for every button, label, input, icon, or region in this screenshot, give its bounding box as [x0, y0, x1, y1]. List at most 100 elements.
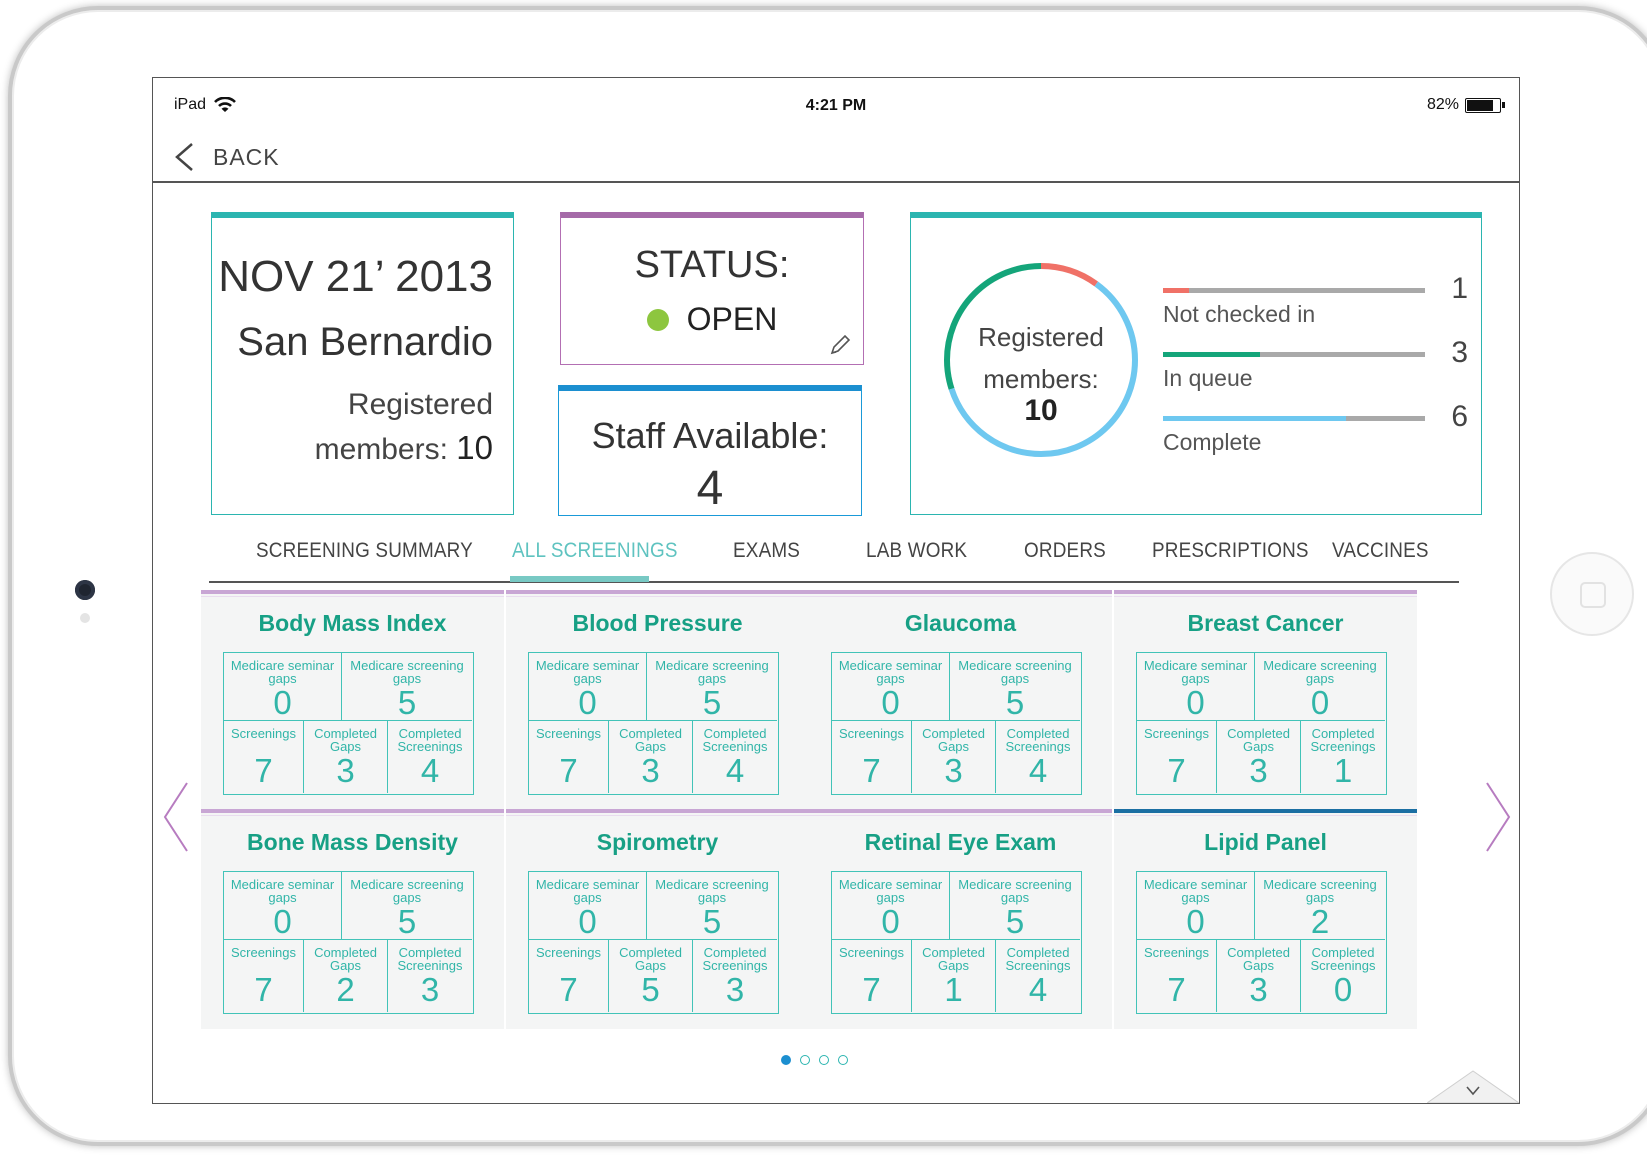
tab-screening-summary[interactable]: SCREENING SUMMARY — [256, 539, 473, 563]
screening-title: Spirometry — [596, 829, 719, 855]
screening-title: Retinal Eye Exam — [864, 829, 1057, 855]
stat-value: 5 — [1005, 684, 1025, 721]
stat-seminar-gaps: Medicare seminar gaps 0 — [1137, 653, 1255, 721]
stat-seminar-gaps: Medicare seminar gaps 0 — [1137, 872, 1255, 940]
stat-label: Medicare screening gaps — [958, 658, 1072, 686]
stat-label: Medicare screening gaps — [1263, 658, 1377, 686]
screening-card[interactable]: Blood Pressure Medicare seminar gaps 0 M… — [506, 590, 809, 810]
prev-page-arrow[interactable] — [161, 781, 191, 853]
battery-group: 82% — [1427, 96, 1505, 114]
screening-card[interactable]: Body Mass Index Medicare seminar gaps 0 … — [201, 590, 504, 810]
stat-completed-gaps: Completed Gaps 3 — [609, 721, 693, 793]
tab-lab-work[interactable]: LAB WORK — [866, 539, 967, 563]
stat-label: Medicare screening gaps — [958, 877, 1072, 905]
progress-bar — [1163, 352, 1425, 357]
stat-screening-gaps: Medicare screening gaps 5 — [950, 653, 1080, 721]
stat-value: 2 — [336, 971, 355, 1008]
progress-value: 1 — [1451, 272, 1468, 305]
stat-value: 5 — [641, 971, 660, 1008]
stat-screenings: Screenings 7 — [529, 940, 609, 1012]
stat-label: Medicare seminar gaps — [1143, 877, 1248, 905]
stat-completed-screenings: Completed Screenings 1 — [1301, 721, 1385, 793]
pencil-icon[interactable] — [829, 334, 851, 356]
tab-vaccines[interactable]: VACCINES — [1332, 539, 1429, 563]
screen: iPad 4:21 PM 82% BACK NOV 21’ 2013 San B… — [152, 77, 1520, 1104]
stat-completed-screenings: Completed Screenings 0 — [1301, 940, 1385, 1012]
screening-card[interactable]: Spirometry Medicare seminar gaps 0 Medic… — [506, 809, 809, 1029]
stat-label: Medicare seminar gaps — [535, 658, 640, 686]
screening-stats: Medicare seminar gaps 0 Medicare screeni… — [1136, 871, 1387, 1014]
screening-stats: Medicare seminar gaps 0 Medicare screeni… — [223, 871, 474, 1014]
tab-all-screenings[interactable]: ALL SCREENINGS — [512, 539, 678, 563]
stat-label: Completed Gaps — [1227, 726, 1290, 754]
stat-value: 4 — [420, 752, 440, 789]
staff-card: Staff Available: 4 — [558, 385, 862, 516]
stat-screening-gaps: Medicare screening gaps 5 — [647, 653, 777, 721]
stat-value: 7 — [862, 971, 881, 1008]
stat-value: 1 — [944, 971, 963, 1008]
back-label: BACK — [213, 143, 280, 170]
camera — [75, 580, 95, 600]
stat-screening-gaps: Medicare screening gaps 5 — [342, 653, 472, 721]
page-dot[interactable] — [838, 1055, 848, 1065]
stat-completed-gaps: Completed Gaps 2 — [304, 940, 388, 1012]
screening-card[interactable]: Glaucoma Medicare seminar gaps 0 Medicar… — [809, 590, 1112, 810]
stat-label: Screenings — [1143, 945, 1210, 960]
progress-row-not-checked-in: 1 Not checked in — [1163, 272, 1468, 328]
stat-value: 0 — [1186, 684, 1205, 721]
collapse-button[interactable] — [1427, 1067, 1519, 1103]
stat-label: Medicare seminar gaps — [230, 877, 335, 905]
stat-label: Completed Screenings — [1005, 945, 1071, 973]
stat-label: Completed Gaps — [922, 945, 985, 973]
home-button-icon — [1580, 582, 1606, 608]
stat-value: 0 — [1186, 903, 1205, 940]
progress-value: 6 — [1451, 400, 1468, 433]
screening-card[interactable]: Retinal Eye Exam Medicare seminar gaps 0… — [809, 809, 1112, 1029]
registered-line-2: members: 10 — [212, 426, 493, 471]
home-button[interactable] — [1550, 552, 1634, 636]
screening-stats: Medicare seminar gaps 0 Medicare screeni… — [528, 652, 779, 795]
stat-screenings: Screenings 7 — [224, 721, 304, 793]
stat-value: 0 — [881, 903, 900, 940]
screening-title: Body Mass Index — [258, 610, 447, 636]
donut-label-1: Registered — [978, 322, 1104, 352]
battery-icon — [1465, 97, 1505, 113]
progress-bar — [1163, 288, 1425, 293]
screening-card[interactable]: Lipid Panel Medicare seminar gaps 0 Medi… — [1114, 809, 1417, 1029]
stat-value: 2 — [1310, 903, 1330, 940]
event-info-card: NOV 21’ 2013 San Bernardio Registered me… — [211, 212, 514, 515]
stat-completed-screenings: Completed Screenings 3 — [693, 940, 777, 1012]
donut-label: Registered members: — [941, 316, 1141, 400]
page-dot[interactable] — [800, 1055, 810, 1065]
progress-label: Complete — [1163, 429, 1262, 455]
screening-title: Breast Cancer — [1187, 610, 1344, 636]
stat-completed-gaps: Completed Gaps 5 — [609, 940, 693, 1012]
stat-label: Medicare screening gaps — [655, 658, 769, 686]
next-page-arrow[interactable] — [1483, 781, 1513, 853]
stat-value: 3 — [944, 752, 963, 789]
screening-card[interactable]: Bone Mass Density Medicare seminar gaps … — [201, 809, 504, 1029]
donut-total: 10 — [1024, 394, 1058, 427]
stat-completed-screenings: Completed Screenings 3 — [388, 940, 472, 1012]
stat-label: Screenings — [838, 945, 905, 960]
stat-screenings: Screenings 7 — [1137, 721, 1217, 793]
stat-completed-screenings: Completed Screenings 4 — [996, 721, 1080, 793]
screening-card[interactable]: Breast Cancer Medicare seminar gaps 0 Me… — [1114, 590, 1417, 810]
stat-value: 0 — [578, 903, 597, 940]
page-dot[interactable] — [781, 1055, 791, 1065]
stat-value: 7 — [559, 971, 578, 1008]
stat-label: Medicare seminar gaps — [838, 877, 943, 905]
tab-orders[interactable]: ORDERS — [1024, 539, 1106, 563]
page-dot[interactable] — [819, 1055, 829, 1065]
registered-label-2: members: — [314, 433, 448, 466]
screening-stats: Medicare seminar gaps 0 Medicare screeni… — [831, 652, 1082, 795]
back-button[interactable]: BACK — [173, 142, 280, 172]
stat-label: Completed Gaps — [1227, 945, 1290, 973]
progress-label: In queue — [1163, 365, 1253, 391]
tab-prescriptions[interactable]: PRESCRIPTIONS — [1152, 539, 1309, 563]
screening-stats: Medicare seminar gaps 0 Medicare screeni… — [1136, 652, 1387, 795]
tab-exams[interactable]: EXAMS — [733, 539, 800, 563]
stat-label: Medicare screening gaps — [1263, 877, 1377, 905]
stat-label: Completed Screenings — [1310, 726, 1376, 754]
stat-value: 5 — [1005, 903, 1025, 940]
